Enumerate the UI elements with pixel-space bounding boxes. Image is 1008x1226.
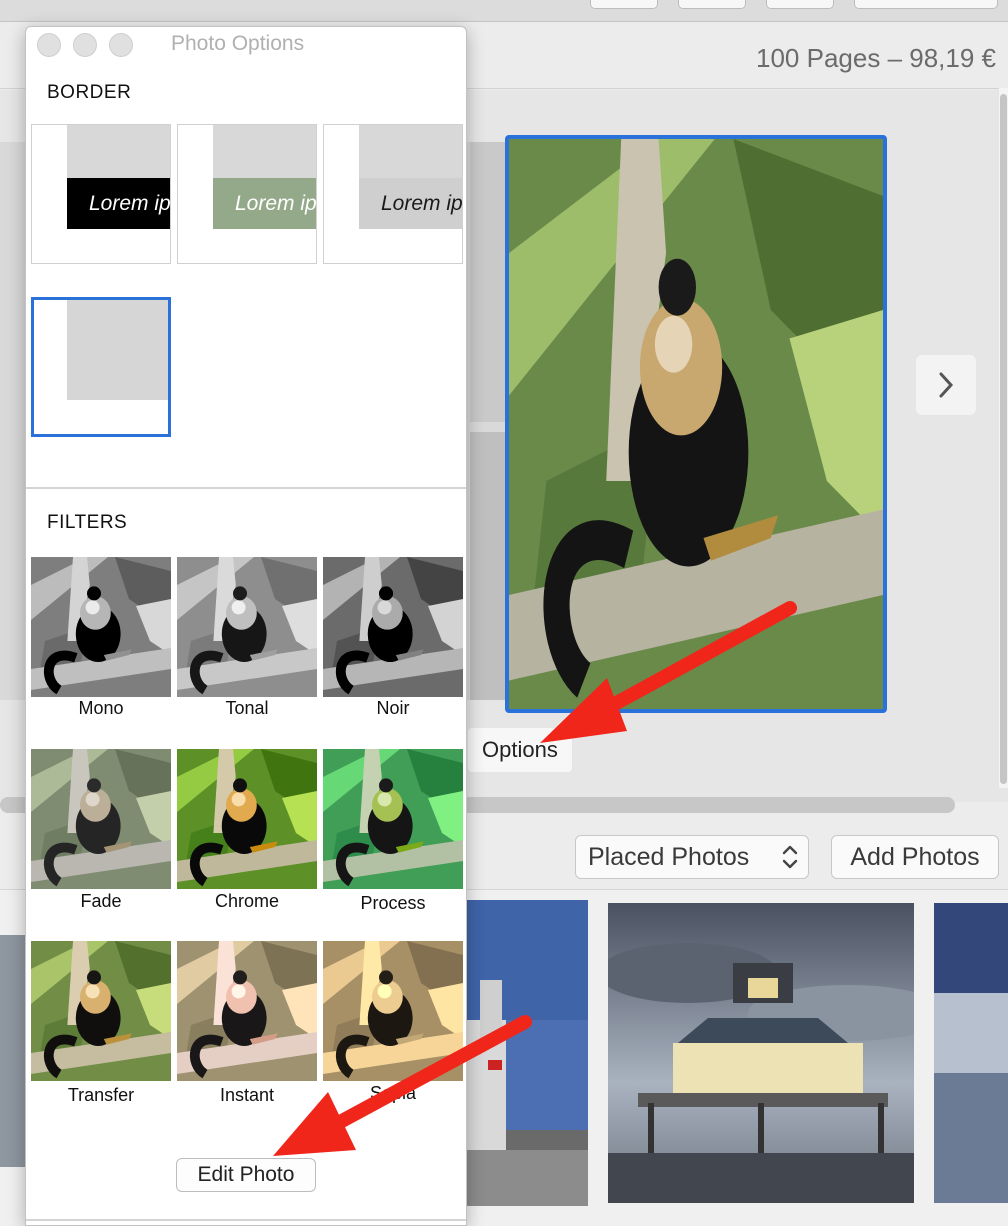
photo-thumbnail-castle[interactable] <box>466 900 588 1206</box>
filter-chrome-thumbnail[interactable] <box>177 749 317 889</box>
edit-photo-button[interactable]: Edit Photo <box>176 1158 316 1192</box>
border-option-green[interactable]: Lorem ip <box>177 124 317 264</box>
minimize-window-button[interactable] <box>73 33 97 57</box>
filter-fade-label: Fade <box>80 891 122 911</box>
photo-source-select[interactable]: Placed Photos <box>575 835 809 879</box>
panel-title: Photo Options <box>171 32 305 55</box>
filter-transfer-label: Transfer <box>67 1085 135 1105</box>
filter-process-label: Process <box>360 893 426 913</box>
filter-tonal-label: Tonal <box>225 698 269 718</box>
photo-thumbnail-lighthouse[interactable] <box>608 903 914 1203</box>
filters-section-heading: FILTERS <box>47 512 128 533</box>
selected-photo-monkey[interactable] <box>505 135 887 713</box>
photo-thumbnail-landscape[interactable] <box>934 903 1008 1203</box>
next-page-button[interactable] <box>916 355 976 415</box>
border-option-caption: Lorem ip <box>213 178 316 229</box>
close-window-button[interactable] <box>37 33 61 57</box>
photo-source-select-label: Placed Photos <box>588 842 750 871</box>
photo-options-panel: Photo Options BORDER Lorem ip Lorem ip L… <box>25 26 467 1226</box>
filter-noir-thumbnail[interactable] <box>323 557 463 697</box>
filter-instant-thumbnail[interactable] <box>177 941 317 1081</box>
filter-sepia-thumbnail[interactable] <box>323 941 463 1081</box>
filter-mono-thumbnail[interactable] <box>31 557 171 697</box>
add-photos-button[interactable]: Add Photos <box>831 835 999 879</box>
filter-sepia-label: Sepia <box>369 1083 417 1103</box>
border-option-caption: Lorem ip <box>67 178 170 229</box>
filter-tonal-thumbnail[interactable] <box>177 557 317 697</box>
toolbar-button[interactable] <box>678 0 746 9</box>
photo-thumbnail-edge[interactable] <box>0 935 25 1167</box>
filter-fade-thumbnail[interactable] <box>31 749 171 889</box>
filter-chrome-label: Chrome <box>214 891 280 911</box>
window-toolbar <box>0 0 1008 22</box>
toolbar-button[interactable] <box>590 0 658 9</box>
section-divider <box>26 487 466 489</box>
toolbar-button[interactable] <box>766 0 834 9</box>
border-option-black[interactable]: Lorem ip <box>31 124 171 264</box>
border-option-caption: Lorem ip <box>359 178 462 229</box>
panel-bottom-divider <box>26 1219 466 1221</box>
page-count-price: 100 Pages – 98,19 € <box>756 43 996 73</box>
filter-instant-label: Instant <box>219 1085 275 1105</box>
border-section-heading: BORDER <box>47 82 132 103</box>
vertical-scrollbar[interactable] <box>999 88 1008 788</box>
border-option-none[interactable] <box>31 297 171 437</box>
filter-process-thumbnail[interactable] <box>323 749 463 889</box>
toolbar-button[interactable] <box>854 0 998 9</box>
filter-mono-label: Mono <box>78 698 124 718</box>
filter-noir-label: Noir <box>376 698 410 718</box>
zoom-window-button[interactable] <box>109 33 133 57</box>
border-option-gray[interactable]: Lorem ip <box>323 124 463 264</box>
chevron-right-icon <box>939 372 954 398</box>
filter-transfer-thumbnail[interactable] <box>31 941 171 1081</box>
up-down-chevron-icon <box>782 845 798 869</box>
options-button[interactable]: Options <box>468 728 572 772</box>
